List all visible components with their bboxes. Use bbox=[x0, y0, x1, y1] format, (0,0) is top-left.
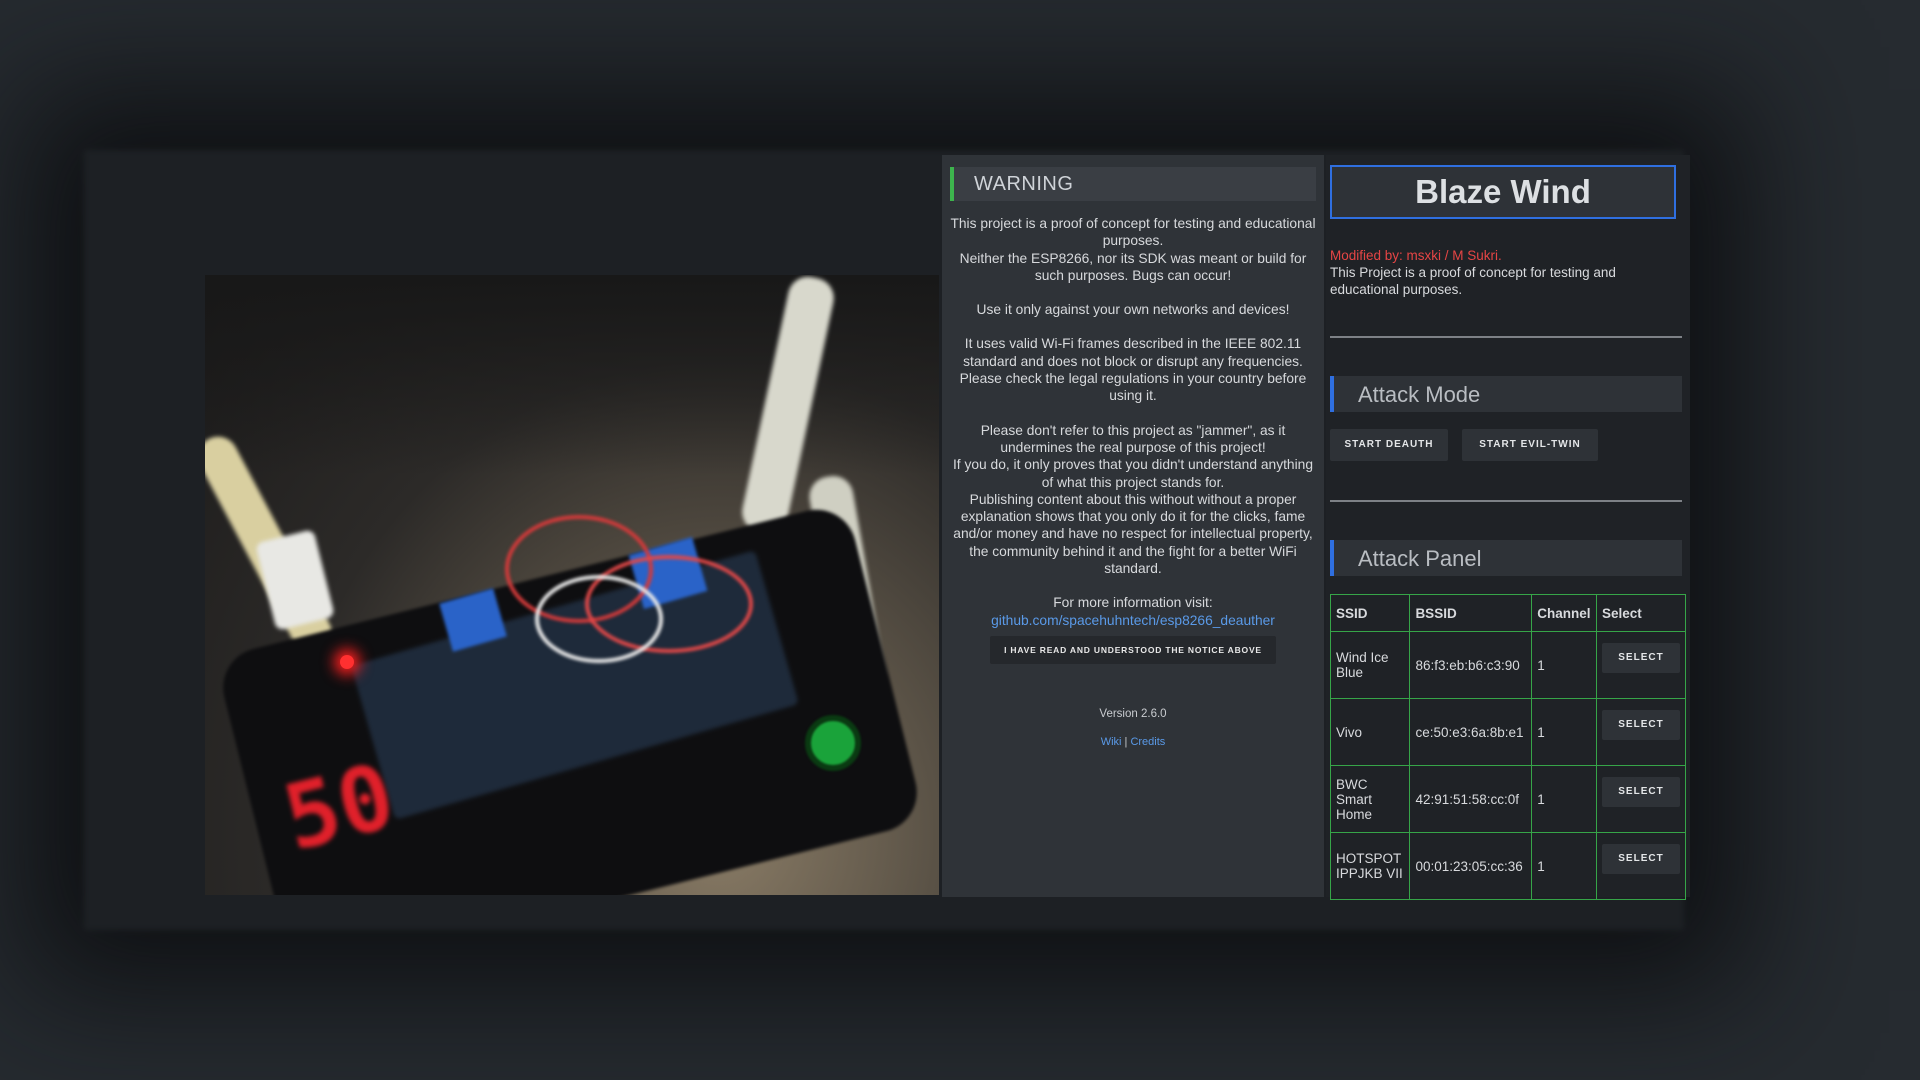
modified-by: Modified by: msxki / M Sukri. bbox=[1330, 248, 1502, 263]
status-led bbox=[340, 655, 354, 669]
channel-cell: 1 bbox=[1531, 832, 1597, 900]
channel-cell: 1 bbox=[1531, 698, 1597, 766]
link-separator: | bbox=[1124, 736, 1128, 748]
table-row: Wind Ice Blue 86:f3:eb:b6:c3:90 1 SELECT bbox=[1329, 631, 1686, 699]
white-wire bbox=[535, 575, 663, 663]
divider bbox=[1330, 500, 1682, 502]
ssid-cell: HOTSPOT IPPJKB VII bbox=[1329, 832, 1411, 900]
warning-panel: WARNING This project is a proof of conce… bbox=[942, 155, 1324, 897]
select-cell: SELECT bbox=[1596, 765, 1686, 833]
acknowledge-button[interactable]: I HAVE READ AND UNDERSTOOD THE NOTICE AB… bbox=[990, 636, 1276, 664]
credits-link[interactable]: Credits bbox=[1130, 736, 1165, 748]
warning-text: Use it only against your own networks an… bbox=[976, 302, 1290, 318]
select-button[interactable]: SELECT bbox=[1602, 777, 1680, 808]
warning-text: It uses valid Wi-Fi frames described in … bbox=[959, 336, 1307, 404]
github-link[interactable]: github.com/spacehuhntech/esp8266_deauthe… bbox=[991, 613, 1275, 628]
select-button[interactable]: SELECT bbox=[1602, 710, 1680, 741]
table-row: HOTSPOT IPPJKB VII 00:01:23:05:cc:36 1 S… bbox=[1329, 832, 1686, 900]
select-button[interactable]: SELECT bbox=[1602, 844, 1680, 875]
app-title-box: Blaze Wind bbox=[1330, 165, 1676, 219]
channel-cell: 1 bbox=[1531, 765, 1597, 833]
bssid-cell: 86:f3:eb:b6:c3:90 bbox=[1409, 631, 1533, 699]
warning-text: Publishing content about this without wi… bbox=[953, 491, 1313, 577]
column-header-bssid: BSSID bbox=[1409, 594, 1533, 632]
column-header-ssid: SSID bbox=[1329, 594, 1411, 632]
warning-header: WARNING bbox=[950, 167, 1316, 201]
table-row: BWC Smart Home 42:91:51:58:cc:0f 1 SELEC… bbox=[1329, 765, 1686, 833]
bssid-cell: 42:91:51:58:cc:0f bbox=[1409, 765, 1533, 833]
select-cell: SELECT bbox=[1596, 832, 1686, 900]
channel-cell: 1 bbox=[1531, 631, 1597, 699]
warning-text: Please don't refer to this project as "j… bbox=[980, 422, 1286, 455]
attack-mode-title: Attack Mode bbox=[1358, 382, 1481, 407]
select-cell: SELECT bbox=[1596, 698, 1686, 766]
project-info: Modified by: msxki / M Sukri. This Proje… bbox=[1330, 247, 1676, 298]
info-label: For more information visit: bbox=[1053, 595, 1213, 611]
select-button[interactable]: SELECT bbox=[1602, 643, 1680, 674]
bssid-cell: 00:01:23:05:cc:36 bbox=[1409, 832, 1533, 900]
warning-body: This project is a proof of concept for t… bbox=[950, 215, 1316, 629]
attack-mode-header: Attack Mode bbox=[1330, 376, 1682, 412]
start-deauth-button[interactable]: START DEAUTH bbox=[1330, 429, 1448, 461]
table-row: Vivo ce:50:e3:6a:8b:e1 1 SELECT bbox=[1329, 698, 1686, 766]
column-header-channel: Channel bbox=[1531, 594, 1597, 632]
footer-links: Wiki | Credits bbox=[942, 736, 1324, 748]
ssid-cell: Vivo bbox=[1329, 698, 1411, 766]
attack-panel-title: Attack Panel bbox=[1358, 546, 1482, 571]
attack-panel-header: Attack Panel bbox=[1330, 540, 1682, 576]
ssid-cell: BWC Smart Home bbox=[1329, 765, 1411, 833]
select-cell: SELECT bbox=[1596, 631, 1686, 699]
table-header-row: SSID BSSID Channel Select bbox=[1329, 594, 1686, 632]
project-description: This Project is a proof of concept for t… bbox=[1330, 265, 1616, 297]
device-photo: 50 bbox=[205, 275, 939, 895]
networks-table: SSID BSSID Channel Select Wind Ice Blue … bbox=[1329, 594, 1686, 900]
start-evil-twin-button[interactable]: START EVIL-TWIN bbox=[1462, 429, 1598, 461]
warning-title: WARNING bbox=[974, 173, 1074, 195]
version-label: Version 2.6.0 bbox=[1099, 708, 1167, 720]
wiki-link[interactable]: Wiki bbox=[1101, 736, 1122, 748]
bssid-cell: ce:50:e3:6a:8b:e1 bbox=[1409, 698, 1533, 766]
green-button bbox=[805, 715, 861, 771]
control-panel: Blaze Wind Modified by: msxki / M Sukri.… bbox=[1326, 155, 1690, 900]
divider bbox=[1330, 336, 1682, 338]
ssid-cell: Wind Ice Blue bbox=[1329, 631, 1411, 699]
warning-text: If you do, it only proves that you didn'… bbox=[952, 457, 1314, 490]
column-header-select: Select bbox=[1596, 594, 1686, 632]
app-title: Blaze Wind bbox=[1415, 173, 1591, 210]
warning-text: This project is a proof of concept for t… bbox=[950, 216, 1316, 249]
warning-text: Neither the ESP8266, nor its SDK was mea… bbox=[959, 250, 1307, 283]
